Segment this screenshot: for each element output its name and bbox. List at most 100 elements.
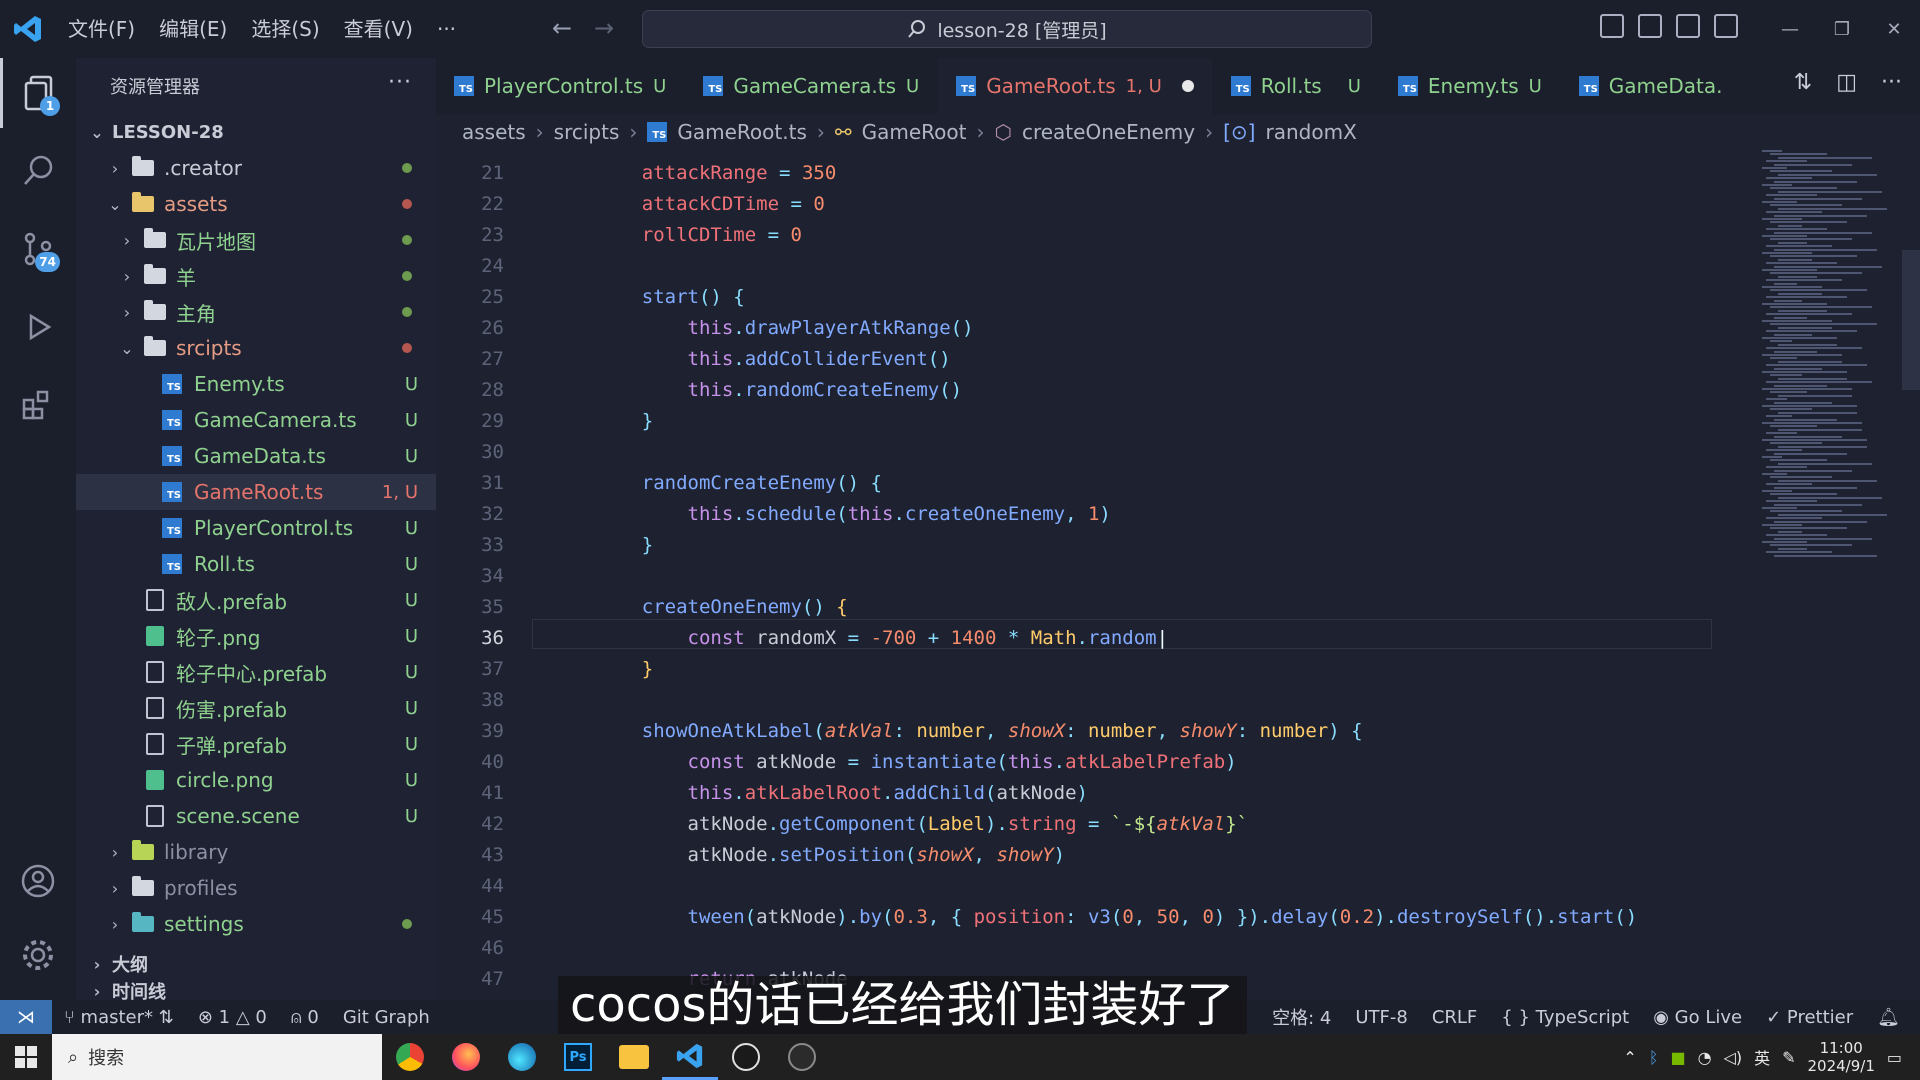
ime-icon[interactable]: 英 bbox=[1754, 1045, 1770, 1069]
remote-icon[interactable]: ⋊ bbox=[0, 1000, 52, 1034]
bell-icon[interactable]: 🔔︎ bbox=[1865, 1007, 1920, 1028]
chrome-icon[interactable] bbox=[382, 1034, 438, 1080]
golive-item[interactable]: ◉ Go Live bbox=[1641, 1007, 1754, 1028]
menu-selection[interactable]: 选择(S) bbox=[239, 0, 331, 58]
unsaved-dot-icon[interactable] bbox=[1181, 80, 1194, 92]
ports-item[interactable]: ⍝ 0 bbox=[279, 1007, 331, 1028]
nvidia-icon[interactable]: ■ bbox=[1670, 1048, 1685, 1067]
eol-item[interactable]: CRLF bbox=[1420, 1007, 1489, 1028]
tab-gamedata[interactable]: TS GameData. bbox=[1561, 58, 1742, 114]
tree-item-gameroot-ts[interactable]: TS GameRoot.ts 1, U bbox=[76, 474, 436, 510]
explorer-icon[interactable]: 1 bbox=[0, 58, 76, 128]
forward-arrow-icon[interactable]: → bbox=[594, 14, 614, 42]
prettier-item[interactable]: ✓ Prettier bbox=[1754, 1007, 1865, 1028]
command-center-search[interactable]: lesson-28 [管理员] bbox=[642, 10, 1372, 48]
windows-start-icon[interactable] bbox=[0, 1034, 52, 1080]
bluetooth-icon[interactable]: ᛒ bbox=[1649, 1048, 1659, 1067]
problems-item[interactable]: ⊗ 1 △ 0 bbox=[186, 1007, 279, 1028]
outline-section[interactable]: › 大纲 bbox=[76, 946, 436, 982]
tab-roll[interactable]: TS Roll.ts U bbox=[1213, 58, 1380, 114]
tree-item-sheep[interactable]: › 羊 bbox=[76, 258, 436, 294]
tree-item-circle-png[interactable]: circle.png U bbox=[76, 762, 436, 798]
run-debug-icon[interactable] bbox=[0, 292, 76, 362]
menu-view[interactable]: 查看(V) bbox=[332, 0, 425, 58]
breadcrumb-item[interactable]: assets bbox=[462, 120, 526, 144]
extensions-icon[interactable] bbox=[0, 370, 76, 440]
breadcrumb-item[interactable]: srcipts bbox=[554, 120, 620, 144]
minimize-icon[interactable]: — bbox=[1764, 0, 1816, 58]
tree-item-tilemap[interactable]: › 瓦片地图 bbox=[76, 222, 436, 258]
tree-item-hero[interactable]: › 主角 bbox=[76, 294, 436, 330]
close-icon[interactable]: ✕ bbox=[1868, 0, 1920, 58]
photoshop-icon[interactable]: Ps bbox=[550, 1034, 606, 1080]
customize-layout-icon[interactable] bbox=[1714, 14, 1738, 38]
breadcrumb-item[interactable]: randomX bbox=[1266, 120, 1357, 144]
tree-item-scene[interactable]: scene.scene U bbox=[76, 798, 436, 834]
tree-item-enemy-prefab[interactable]: 敌人.prefab U bbox=[76, 582, 436, 618]
language-item[interactable]: { } TypeScript bbox=[1489, 1007, 1641, 1028]
search-icon[interactable] bbox=[0, 136, 76, 206]
split-editor-icon[interactable]: ◫ bbox=[1836, 70, 1857, 95]
git-graph-button[interactable]: Git Graph bbox=[331, 1007, 442, 1028]
minimap[interactable] bbox=[1762, 150, 1902, 570]
tree-item-gamedata-ts[interactable]: TS GameData.ts U bbox=[76, 438, 436, 474]
file-explorer-icon[interactable] bbox=[606, 1034, 662, 1080]
toggle-secondary-sidebar-icon[interactable] bbox=[1676, 14, 1700, 38]
code-editor[interactable]: 21 22 23 24 25 26 27 28 29 30 31 32 33 3… bbox=[436, 150, 1920, 1000]
workspace-root[interactable]: ⌄ LESSON-28 bbox=[76, 114, 436, 150]
tree-item-enemy-ts[interactable]: TS Enemy.ts U bbox=[76, 366, 436, 402]
tree-item-roll-ts[interactable]: TS Roll.ts U bbox=[76, 546, 436, 582]
branch-item[interactable]: ⑂ master* ⇅ bbox=[52, 1007, 186, 1028]
tree-item-assets[interactable]: ⌄ assets bbox=[76, 186, 436, 222]
vscode-taskbar-icon[interactable] bbox=[662, 1034, 718, 1080]
notification-icon[interactable]: ▭ bbox=[1887, 1048, 1902, 1067]
volume-icon[interactable]: ◁) bbox=[1724, 1048, 1743, 1067]
scrollbar[interactable] bbox=[1902, 250, 1920, 390]
firefox-icon[interactable] bbox=[438, 1034, 494, 1080]
restore-icon[interactable]: ❐ bbox=[1816, 0, 1868, 58]
tree-item-scripts[interactable]: ⌄ srcipts bbox=[76, 330, 436, 366]
menu-edit[interactable]: 编辑(E) bbox=[147, 0, 239, 58]
chevron-up-icon[interactable]: ⌃ bbox=[1623, 1048, 1636, 1067]
indentation-item[interactable]: 空格: 4 bbox=[1260, 1004, 1343, 1030]
tree-item-bullet-prefab[interactable]: 子弹.prefab U bbox=[76, 726, 436, 762]
tree-item-settings[interactable]: › settings bbox=[76, 906, 436, 942]
tree-item-creator[interactable]: › .creator bbox=[76, 150, 436, 186]
pen-icon[interactable]: ✎ bbox=[1782, 1048, 1795, 1067]
tree-item-library[interactable]: › library bbox=[76, 834, 436, 870]
breadcrumb-item[interactable]: GameRoot bbox=[862, 120, 967, 144]
back-arrow-icon[interactable]: ← bbox=[552, 14, 572, 42]
network-icon[interactable]: ◔ bbox=[1698, 1048, 1712, 1067]
app-icon[interactable] bbox=[774, 1034, 830, 1080]
tab-playercontrol[interactable]: TS PlayerControl.ts U bbox=[436, 58, 686, 114]
settings-gear-icon[interactable] bbox=[0, 920, 76, 990]
tab-enemy[interactable]: TS Enemy.ts U bbox=[1380, 58, 1561, 114]
source-control-icon[interactable]: 74 bbox=[0, 214, 76, 284]
tree-item-damage-prefab[interactable]: 伤害.prefab U bbox=[76, 690, 436, 726]
tree-item-wheel-center-prefab[interactable]: 轮子中心.prefab U bbox=[76, 654, 436, 690]
git-status: 1, U bbox=[381, 481, 418, 503]
account-icon[interactable] bbox=[0, 846, 76, 916]
clock[interactable]: 11:00 2024/9/1 bbox=[1808, 1039, 1875, 1075]
tab-gameroot[interactable]: TS GameRoot.ts 1, U bbox=[938, 58, 1213, 114]
app-icon[interactable] bbox=[718, 1034, 774, 1080]
more-actions-icon[interactable]: ··· bbox=[388, 70, 412, 95]
toggle-primary-sidebar-icon[interactable] bbox=[1600, 14, 1624, 38]
breadcrumb-item[interactable]: createOneEnemy bbox=[1022, 120, 1195, 144]
compare-changes-icon[interactable]: ⇅ bbox=[1794, 70, 1812, 95]
toggle-panel-icon[interactable] bbox=[1638, 14, 1662, 38]
menu-more[interactable]: ··· bbox=[425, 0, 468, 58]
taskbar-search-box[interactable]: ⌕ 搜索 bbox=[52, 1034, 382, 1080]
tree-item-profiles[interactable]: › profiles bbox=[76, 870, 436, 906]
breadcrumb-item[interactable]: GameRoot.ts bbox=[677, 120, 806, 144]
encoding-item[interactable]: UTF-8 bbox=[1343, 1007, 1419, 1028]
tree-item-label: 敌人.prefab bbox=[176, 589, 288, 614]
timeline-section[interactable]: › 时间线 bbox=[76, 982, 436, 1000]
tree-item-playercontrol-ts[interactable]: TS PlayerControl.ts U bbox=[76, 510, 436, 546]
tree-item-wheel-png[interactable]: 轮子.png U bbox=[76, 618, 436, 654]
tab-gamecamera[interactable]: TS GameCamera.ts U bbox=[685, 58, 939, 114]
more-actions-icon[interactable]: ··· bbox=[1881, 70, 1902, 95]
tree-item-gamecamera-ts[interactable]: TS GameCamera.ts U bbox=[76, 402, 436, 438]
menu-file[interactable]: 文件(F) bbox=[56, 0, 147, 58]
edge-icon[interactable] bbox=[494, 1034, 550, 1080]
